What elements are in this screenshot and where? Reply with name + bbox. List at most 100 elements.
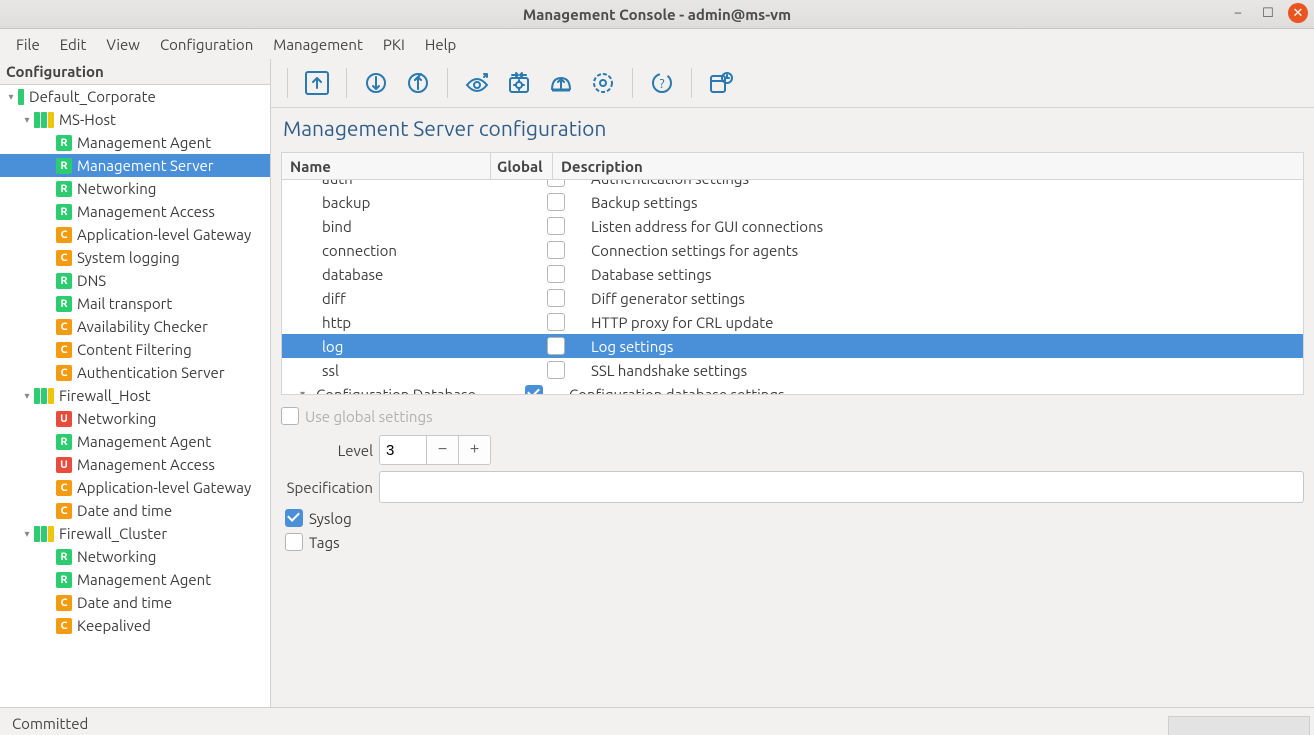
tree-item[interactable]: UNetworking (0, 407, 270, 430)
specification-input[interactable] (379, 471, 1304, 503)
up-level-icon[interactable] (300, 66, 334, 100)
menu-view[interactable]: View (96, 32, 150, 57)
tree-item[interactable]: RNetworking (0, 177, 270, 200)
config-row-global[interactable] (522, 334, 583, 358)
commit-icon[interactable] (359, 66, 393, 100)
menu-edit[interactable]: Edit (50, 32, 97, 57)
menu-pki[interactable]: PKI (373, 32, 415, 57)
global-checkbox[interactable] (547, 265, 565, 283)
config-row-global[interactable] (522, 190, 583, 214)
expander-icon[interactable]: ▾ (20, 528, 34, 540)
global-checkbox[interactable] (547, 313, 565, 331)
tree-item[interactable]: CKeepalived (0, 614, 270, 637)
close-button[interactable]: ✕ (1288, 3, 1308, 23)
col-header-description[interactable]: Description (553, 153, 1303, 179)
tree-item[interactable]: RManagement Agent (0, 568, 270, 591)
revert-icon[interactable] (401, 66, 435, 100)
tree-item[interactable]: UManagement Access (0, 453, 270, 476)
tree-item[interactable]: CDate and time (0, 499, 270, 522)
tree-label: Content Filtering (77, 341, 192, 358)
settings-transfer-icon[interactable] (502, 66, 536, 100)
level-increment[interactable]: + (458, 436, 490, 464)
global-checkbox[interactable] (547, 180, 565, 187)
tree-item[interactable]: ▾MS-Host (0, 108, 270, 131)
menu-configuration[interactable]: Configuration (150, 32, 263, 57)
status-badge: C (56, 319, 72, 335)
tree-item[interactable]: CApplication-level Gateway (0, 223, 270, 246)
config-row-global[interactable] (522, 262, 583, 286)
tree-item[interactable]: RMail transport (0, 292, 270, 315)
tree-item[interactable]: ▾Firewall_Cluster (0, 522, 270, 545)
tree-item[interactable]: CContent Filtering (0, 338, 270, 361)
menu-management[interactable]: Management (263, 32, 373, 57)
settings-form: Use global settings Level − + Specificat… (271, 395, 1314, 565)
window-controls: – ☐ ✕ (1228, 3, 1308, 23)
tree-item[interactable]: ▾Default_Corporate (0, 85, 270, 108)
config-rows[interactable]: authAuthentication settingsbackupBackup … (282, 180, 1303, 394)
menu-help[interactable]: Help (415, 32, 466, 57)
global-checkbox[interactable] (547, 361, 565, 379)
schedule-icon[interactable] (704, 66, 738, 100)
menu-file[interactable]: File (6, 32, 50, 57)
tree-item[interactable]: CDate and time (0, 591, 270, 614)
level-input[interactable] (380, 436, 426, 464)
help-cycle-icon[interactable]: ? (645, 66, 679, 100)
gear-cycle-icon[interactable] (586, 66, 620, 100)
tree-item[interactable]: CAuthentication Server (0, 361, 270, 384)
tree-item[interactable]: RManagement Server (0, 154, 270, 177)
global-checkbox[interactable] (547, 193, 565, 211)
tags-checkbox[interactable] (285, 533, 303, 551)
config-row-name: diff (282, 286, 522, 310)
config-tree[interactable]: ▾Default_Corporate▾MS-HostRManagement Ag… (0, 85, 270, 707)
expander-icon[interactable]: ▾ (4, 91, 18, 103)
global-checkbox[interactable] (547, 289, 565, 307)
config-row-global[interactable] (522, 214, 583, 238)
config-row[interactable]: httpHTTP proxy for CRL update (282, 310, 1303, 334)
col-header-global[interactable]: Global (491, 153, 553, 179)
config-row[interactable]: diffDiff generator settings (282, 286, 1303, 310)
global-checkbox[interactable] (525, 385, 543, 394)
config-row[interactable]: connectionConnection settings for agents (282, 238, 1303, 262)
status-badge: R (56, 434, 72, 450)
tree-item[interactable]: ▾Firewall_Host (0, 384, 270, 407)
config-row-name: backup (282, 190, 522, 214)
level-decrement[interactable]: − (426, 436, 458, 464)
syslog-row[interactable]: Syslog (285, 509, 352, 527)
tree-item[interactable]: RManagement Agent (0, 131, 270, 154)
expander-icon[interactable]: ▾ (20, 114, 34, 126)
minimize-button[interactable]: – (1228, 3, 1248, 23)
tags-row[interactable]: Tags (285, 533, 340, 551)
tree-item[interactable]: RManagement Access (0, 200, 270, 223)
global-checkbox[interactable] (547, 241, 565, 259)
tree-item[interactable]: RManagement Agent (0, 430, 270, 453)
tree-item[interactable]: RNetworking (0, 545, 270, 568)
config-row-global[interactable] (522, 238, 583, 262)
upload-icon[interactable] (544, 66, 578, 100)
view-config-icon[interactable] (460, 66, 494, 100)
config-row[interactable]: authAuthentication settings (282, 180, 1303, 190)
config-row-global[interactable] (522, 358, 583, 382)
global-checkbox[interactable] (547, 217, 565, 235)
config-row-global[interactable] (522, 180, 583, 190)
col-header-name[interactable]: Name (282, 153, 491, 179)
level-spinner[interactable]: − + (379, 435, 491, 465)
syslog-checkbox[interactable] (285, 509, 303, 527)
host-icon (34, 112, 55, 128)
config-row-global[interactable] (500, 382, 561, 394)
config-row[interactable]: bindListen address for GUI connections (282, 214, 1303, 238)
config-row[interactable]: logLog settings (282, 334, 1303, 358)
tree-item[interactable]: CSystem logging (0, 246, 270, 269)
tree-item[interactable]: CAvailability Checker (0, 315, 270, 338)
global-checkbox[interactable] (547, 337, 565, 355)
tree-item[interactable]: CApplication-level Gateway (0, 476, 270, 499)
config-row[interactable]: backupBackup settings (282, 190, 1303, 214)
expander-icon[interactable]: ▾ (20, 390, 34, 402)
tree-item[interactable]: RDNS (0, 269, 270, 292)
config-row-global[interactable] (522, 286, 583, 310)
config-row[interactable]: sslSSL handshake settings (282, 358, 1303, 382)
maximize-button[interactable]: ☐ (1258, 3, 1278, 23)
config-row-global[interactable] (522, 310, 583, 334)
config-row[interactable]: ▾Configuration DatabaseConfiguration dat… (282, 382, 1303, 394)
expander-icon[interactable]: ▾ (300, 388, 312, 394)
config-row[interactable]: databaseDatabase settings (282, 262, 1303, 286)
